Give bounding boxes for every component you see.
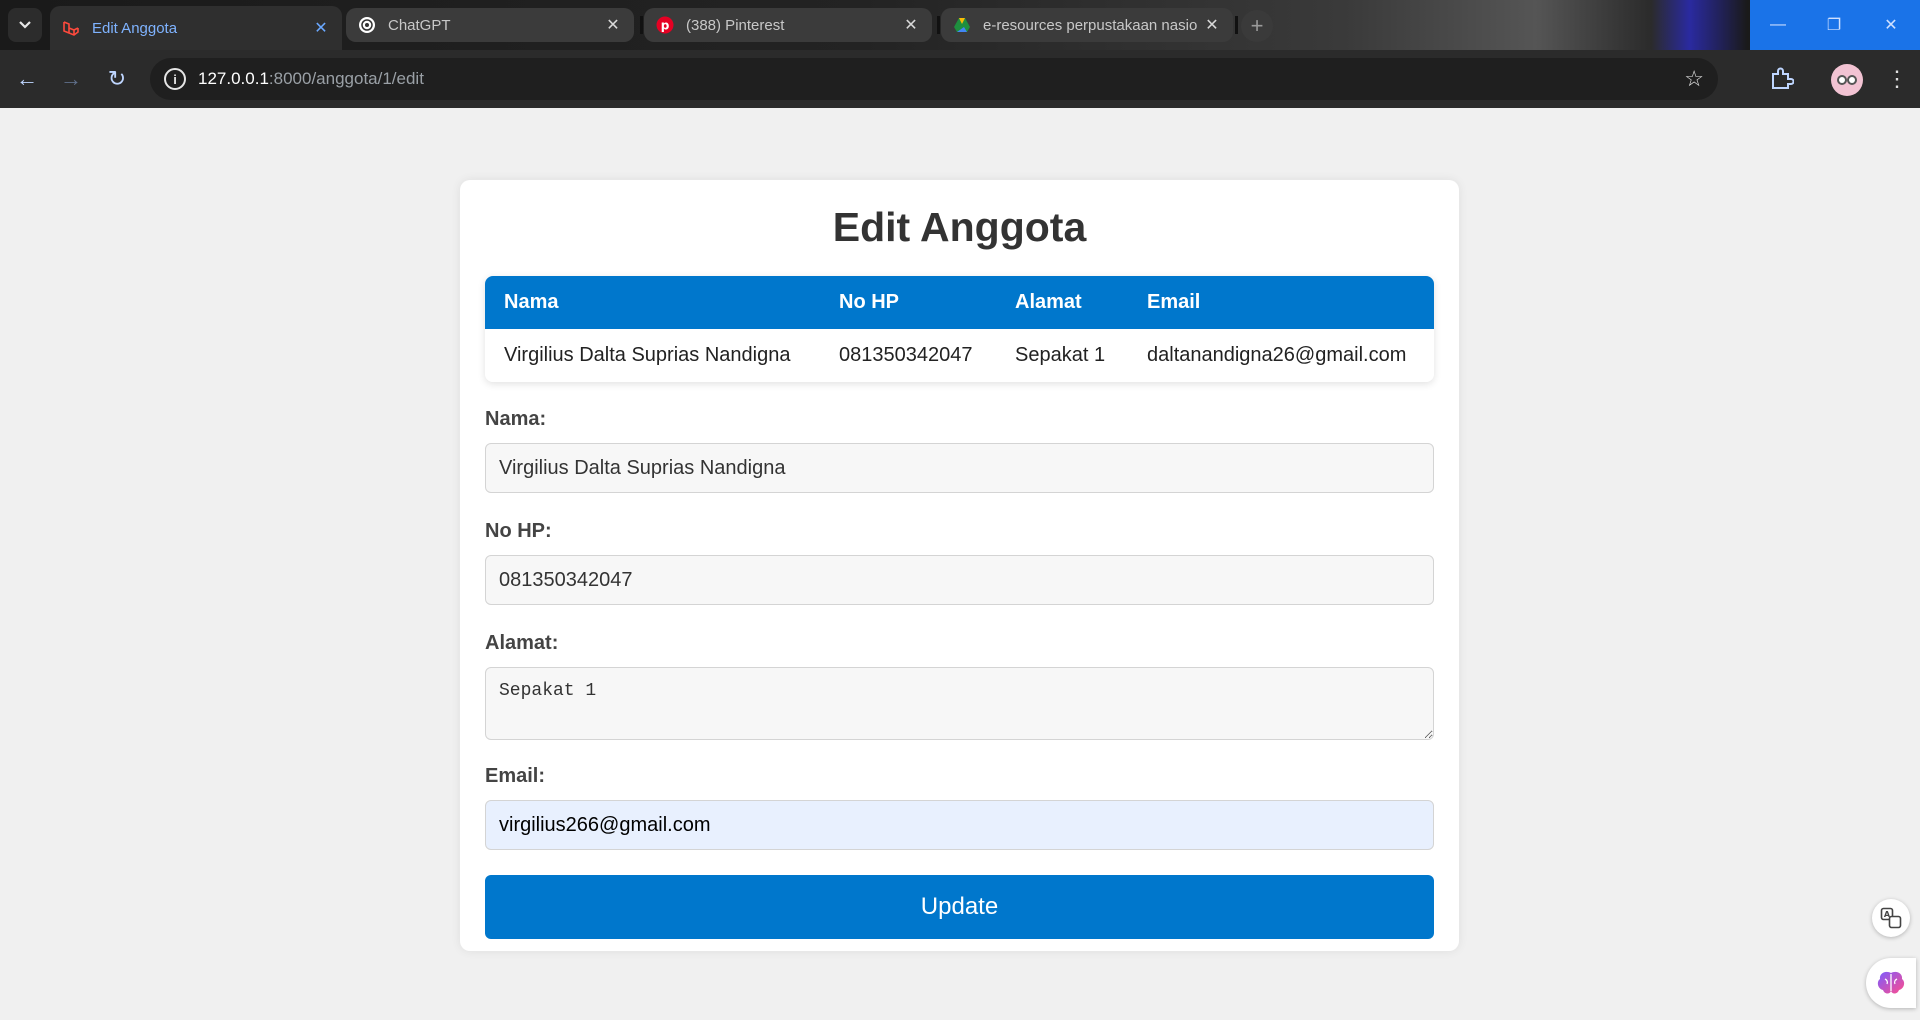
reload-icon: ↻: [107, 66, 127, 91]
alamat-textarea[interactable]: Sepakat 1: [485, 667, 1434, 740]
avatar-image-icon: [1837, 75, 1857, 85]
nama-label: Nama:: [485, 408, 547, 430]
tab-pinterest[interactable]: p (388) Pinterest ✕: [644, 8, 932, 42]
tab-edit-anggota[interactable]: Edit Anggota ✕: [50, 6, 342, 50]
column-header-alamat: Alamat: [996, 276, 1128, 329]
nama-input[interactable]: [485, 443, 1434, 493]
browser-menu-button[interactable]: ⋮: [1886, 62, 1908, 96]
tab-separator: [937, 16, 940, 34]
close-tab-icon[interactable]: ✕: [312, 18, 330, 38]
minimize-button[interactable]: —: [1750, 0, 1806, 50]
no-hp-label: No HP:: [485, 520, 552, 542]
more-vertical-icon: ⋮: [1886, 66, 1908, 91]
column-header-email: Email: [1128, 276, 1434, 329]
brain-icon: [1877, 971, 1905, 994]
email-label: Email:: [485, 765, 546, 787]
alamat-label: Alamat:: [485, 632, 559, 654]
close-tab-icon[interactable]: ✕: [1203, 15, 1221, 35]
chevron-down-icon: [19, 21, 31, 29]
tab-strip: Edit Anggota ✕ ChatGPT ✕ p (388) Pintere…: [0, 0, 1920, 50]
column-header-nama: Nama: [485, 276, 820, 329]
forward-button[interactable]: →: [56, 64, 86, 94]
cell-email: daltanandigna26@gmail.com: [1128, 329, 1434, 382]
back-button[interactable]: ←: [12, 64, 42, 94]
tab-separator: [640, 16, 643, 34]
new-tab-button[interactable]: +: [1241, 10, 1273, 42]
profile-avatar[interactable]: [1831, 64, 1863, 96]
site-info-icon[interactable]: i: [164, 68, 186, 90]
tab-search-button[interactable]: [8, 8, 42, 42]
tab-separator: [1235, 16, 1238, 34]
translate-button[interactable]: A: [1872, 899, 1910, 937]
google-drive-icon: [954, 18, 970, 32]
plus-icon: +: [1250, 13, 1264, 38]
tab-title: e-resources perpustakaan nasio: [983, 16, 1198, 34]
close-tab-icon[interactable]: ✕: [902, 15, 920, 35]
tab-title: ChatGPT: [388, 16, 451, 34]
cell-nama: Virgilius Dalta Suprias Nandigna: [485, 329, 820, 382]
translate-icon: A: [1880, 907, 1902, 929]
address-bar[interactable]: i 127.0.0.1 :8000/anggota/1/edit ☆: [150, 58, 1718, 100]
page-title: Edit Anggota: [832, 204, 1087, 250]
restore-icon: ❐: [1826, 17, 1842, 34]
table-header-row: Nama No HP Alamat Email: [485, 276, 1434, 329]
arrow-left-icon: ←: [16, 66, 38, 91]
extensions-puzzle-icon[interactable]: [1768, 66, 1794, 92]
member-table: Nama No HP Alamat Email Virgilius Dalta …: [485, 276, 1434, 382]
tab-title: (388) Pinterest: [686, 16, 785, 34]
cell-alamat: Sepakat 1: [996, 329, 1128, 382]
tab-e-resources[interactable]: e-resources perpustakaan nasio ✕: [941, 8, 1233, 42]
minimize-icon: —: [1770, 16, 1786, 33]
arrow-right-icon: →: [60, 66, 82, 91]
table-row: Virgilius Dalta Suprias Nandigna 0813503…: [485, 329, 1434, 382]
column-header-no-hp: No HP: [820, 276, 996, 329]
ai-assistant-button[interactable]: [1866, 958, 1916, 1008]
cell-no-hp: 081350342047: [820, 329, 996, 382]
restore-button[interactable]: ❐: [1806, 0, 1862, 50]
url-path: :8000/anggota/1/edit: [268, 69, 424, 88]
pinterest-icon: p: [656, 16, 674, 34]
email-input[interactable]: [485, 800, 1434, 850]
update-button[interactable]: Update: [485, 875, 1434, 939]
no-hp-input[interactable]: [485, 555, 1434, 605]
browser-toolbar: ← → ↻ i 127.0.0.1 :8000/anggota/1/edit ☆: [0, 50, 1920, 108]
tab-chatgpt[interactable]: ChatGPT ✕: [346, 8, 634, 42]
reload-button[interactable]: ↻: [102, 64, 132, 94]
close-window-button[interactable]: ✕: [1862, 0, 1920, 50]
url-host: 127.0.0.1: [198, 69, 269, 88]
svg-text:A: A: [1884, 910, 1891, 919]
edit-form-card: Edit Anggota Nama No HP Alamat Email Vir…: [460, 180, 1459, 951]
chatgpt-icon: [359, 17, 375, 33]
close-icon: ✕: [1884, 17, 1898, 34]
close-tab-icon[interactable]: ✕: [604, 15, 622, 35]
laravel-icon: [63, 21, 79, 36]
svg-text:p: p: [661, 19, 670, 33]
tab-title: Edit Anggota: [92, 19, 178, 37]
bookmark-star-icon[interactable]: ☆: [1684, 66, 1704, 92]
